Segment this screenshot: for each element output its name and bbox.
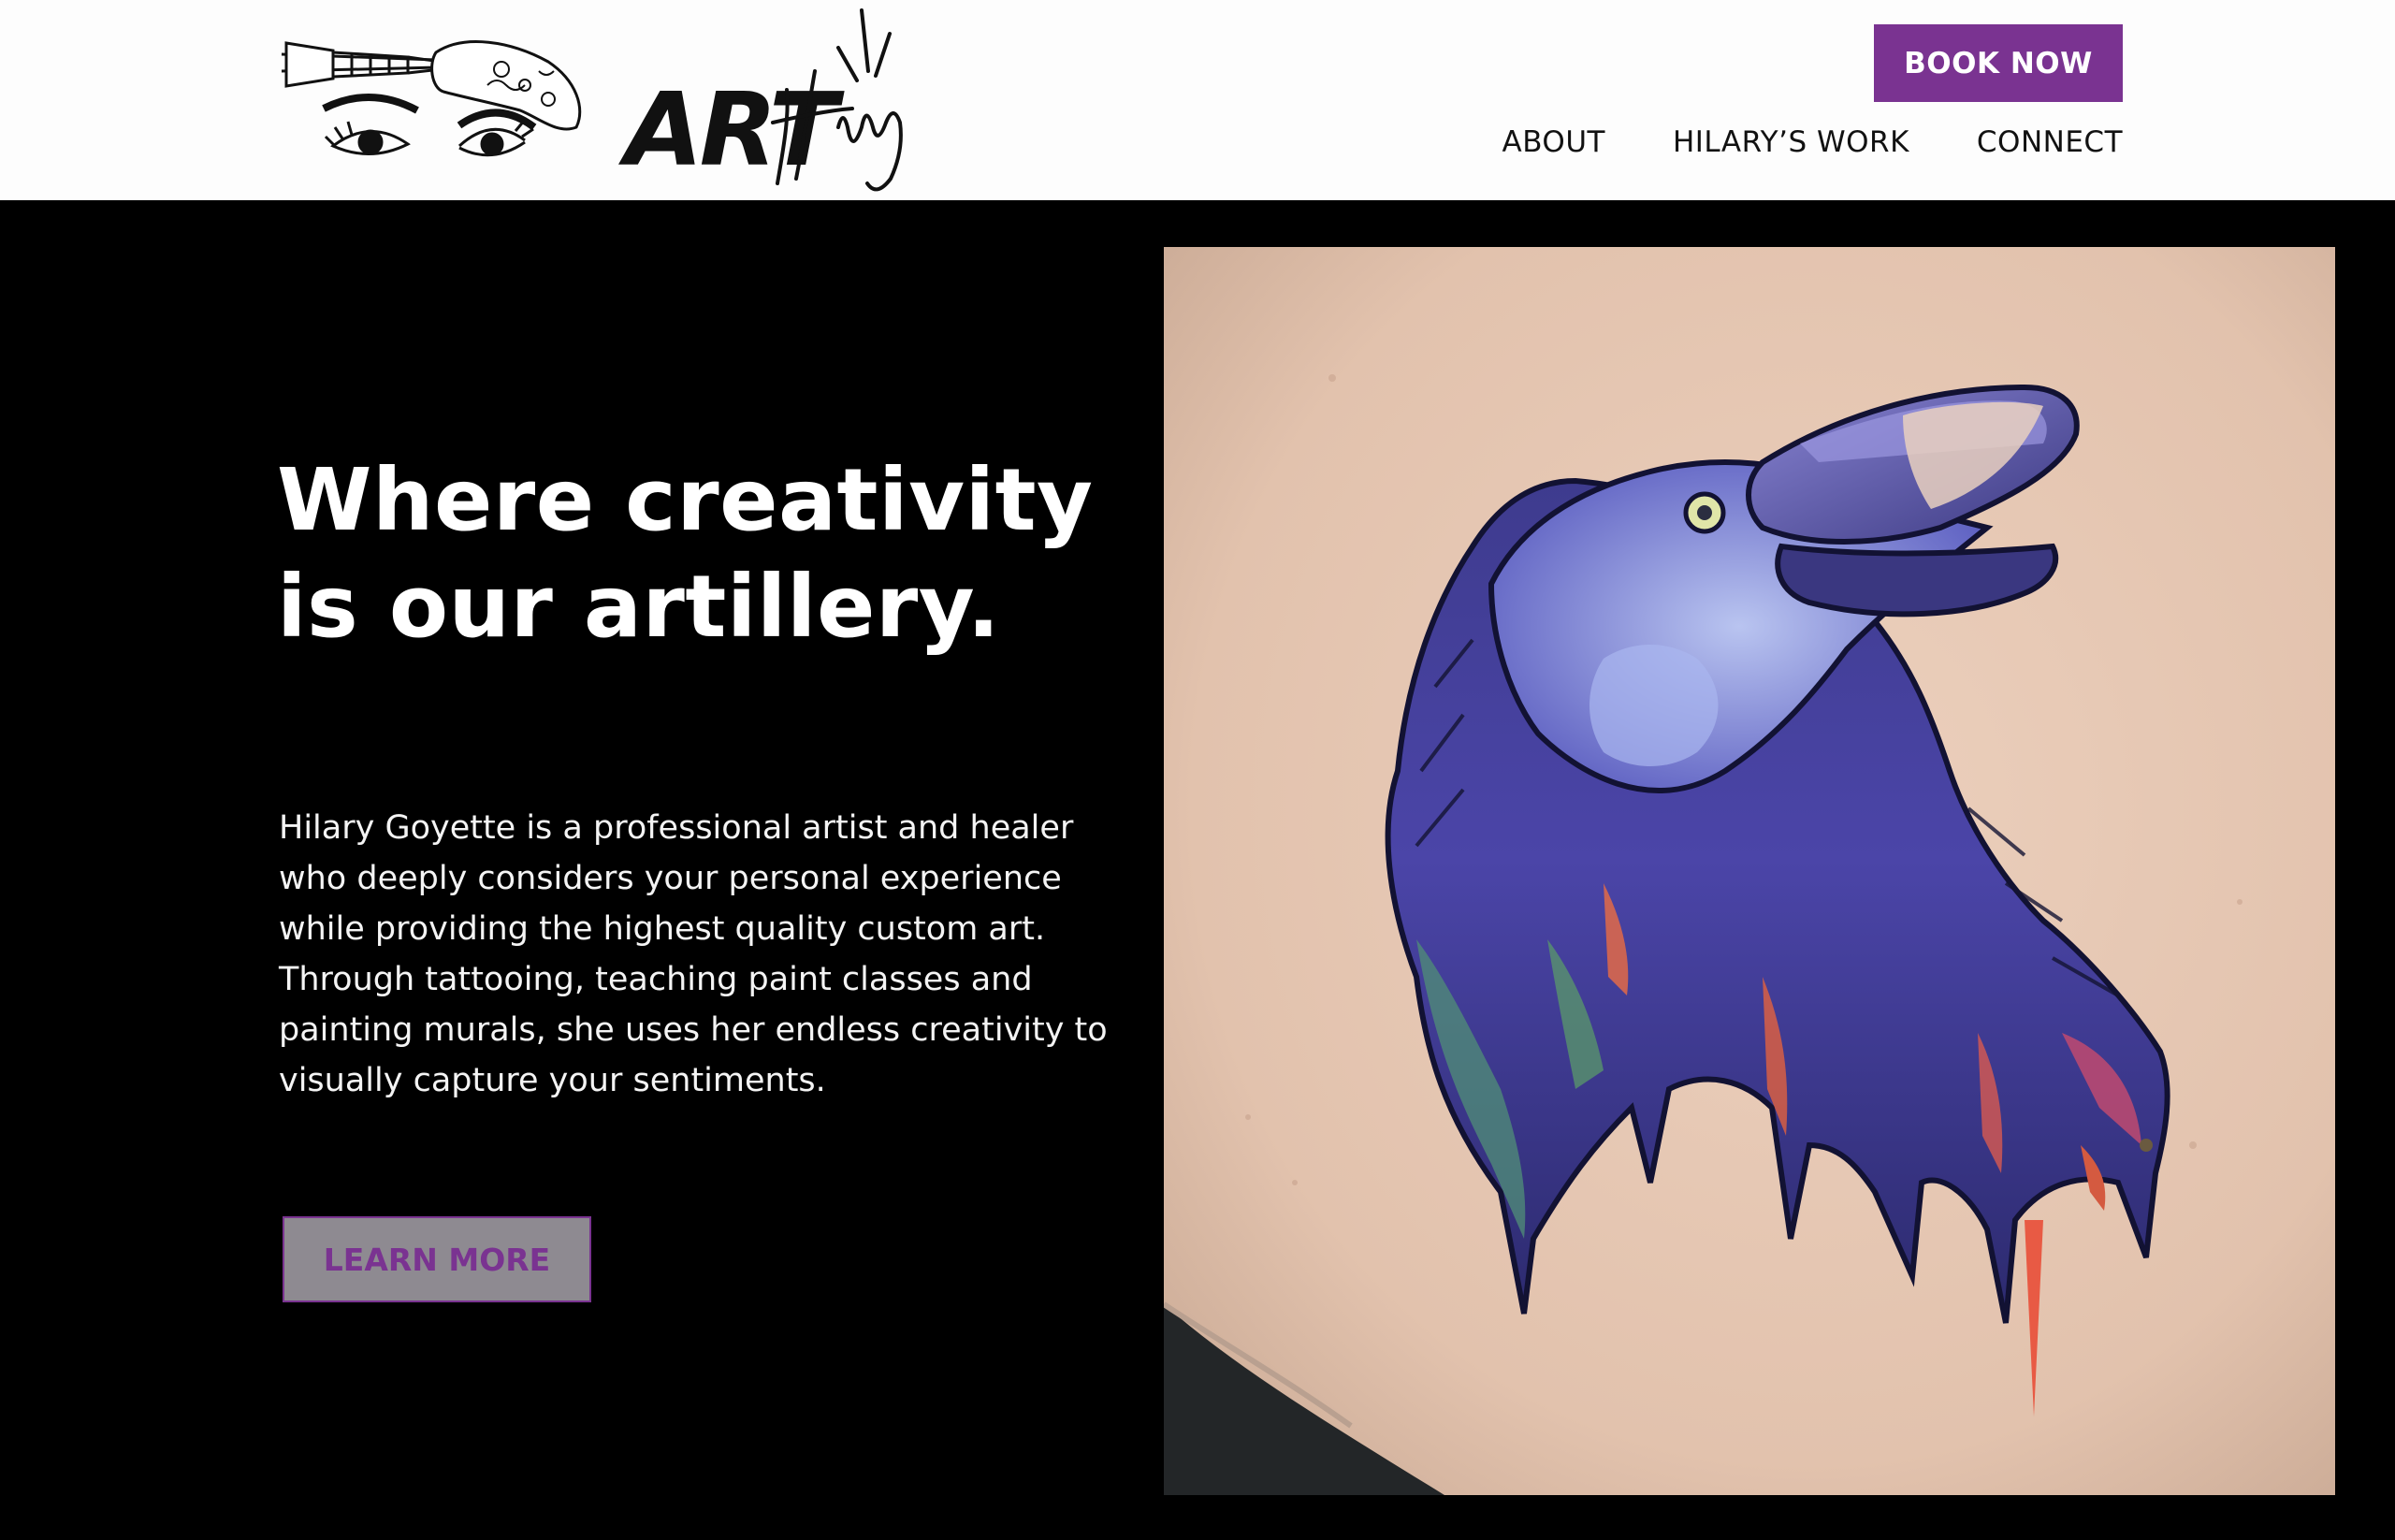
raven-tattoo-image xyxy=(1164,247,2335,1495)
hero-text-line: visually capture your sentiments. xyxy=(279,1062,826,1099)
hero-title-line-1: Where creativity xyxy=(277,450,1094,550)
nav-connect[interactable]: CONNECT xyxy=(1977,125,2123,159)
tattoo-photo xyxy=(1164,247,2335,1495)
main-nav: ABOUT HILARY’S WORK CONNECT xyxy=(1502,125,2123,159)
art-hilary-logo[interactable]: ART xyxy=(277,6,951,193)
hero-text-line: Hilary Goyette is a professional artist … xyxy=(279,809,1074,847)
hero-title: Where creativity is our artillery. xyxy=(277,447,1119,661)
book-now-button[interactable]: BOOK NOW xyxy=(1874,24,2123,102)
learn-more-button[interactable]: LEARN MORE xyxy=(283,1216,591,1302)
hero-text-line: Through tattooing, teaching paint classe… xyxy=(279,961,1033,998)
nav-about[interactable]: ABOUT xyxy=(1502,125,1604,159)
nav-hilarys-work[interactable]: HILARY’S WORK xyxy=(1673,125,1909,159)
hero-text-line: painting murals, she uses her endless cr… xyxy=(279,1011,1108,1049)
site-header: ART BOOK NOW ABOUT HILARY’S WORK CONNECT xyxy=(0,0,2395,200)
hero-text-line: while providing the highest quality cust… xyxy=(279,910,1046,948)
hero-description: Hilary Goyette is a professional artist … xyxy=(279,803,1121,1106)
hero-text-line: who deeply considers your personal exper… xyxy=(279,860,1062,897)
hero-title-line-2: is our artillery. xyxy=(277,557,1001,657)
